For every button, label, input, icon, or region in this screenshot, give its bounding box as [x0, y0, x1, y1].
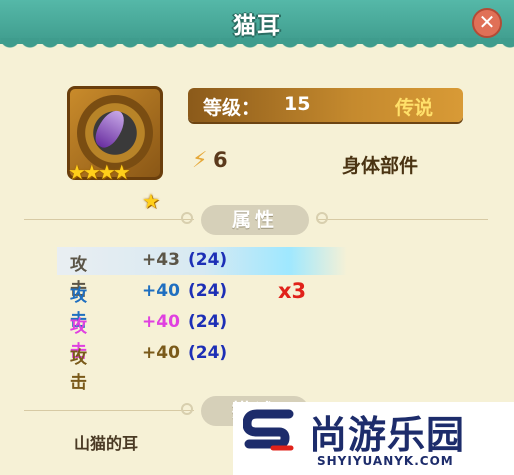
item-slot: 身体部件 [342, 155, 419, 177]
deco-dot [181, 212, 193, 224]
extra-star-icon: ★ [142, 189, 160, 213]
divider-right [318, 219, 488, 220]
attribute-value: +40 [142, 312, 180, 332]
attribute-bonus: (24) [188, 343, 228, 363]
attribute-bonus: (24) [188, 312, 228, 332]
watermark-logo-icon [243, 409, 294, 451]
rarity-label: 传说 [394, 97, 433, 119]
watermark-url: SHYIYUANYK.COM [317, 454, 454, 468]
header-scallop [0, 38, 514, 52]
attribute-name: 攻击 [70, 348, 87, 393]
star-rating: ★★★★ [68, 160, 131, 184]
deco-dot [181, 403, 193, 415]
watermark-brand: 尚游乐园 [309, 413, 466, 457]
item-cost: 6 [213, 148, 228, 172]
divider-left [24, 219, 194, 220]
attribute-value: +40 [142, 281, 180, 301]
attribute-multiplier: x3 [278, 279, 307, 303]
close-button[interactable]: ✕ [472, 8, 502, 38]
item-title: 猫耳 [233, 13, 281, 39]
attributes-header: 属性 [201, 205, 309, 235]
level-value: 15 [284, 93, 311, 115]
deco-dot [316, 212, 328, 224]
lightning-icon: ⚡ [192, 148, 208, 173]
attribute-bonus: (24) [188, 281, 228, 301]
watermark: 尚游乐园 SHYIYUANYK.COM [233, 402, 514, 475]
attribute-bonus: (24) [188, 250, 228, 270]
level-label: 等级： [203, 97, 261, 119]
divider-left [24, 410, 194, 411]
item-description: 山猫的耳 [74, 434, 139, 453]
close-icon: ✕ [478, 10, 496, 34]
attribute-value: +40 [142, 343, 180, 363]
attribute-value: +43 [142, 250, 180, 270]
level-bar: 等级： 15 传说 [188, 88, 463, 122]
